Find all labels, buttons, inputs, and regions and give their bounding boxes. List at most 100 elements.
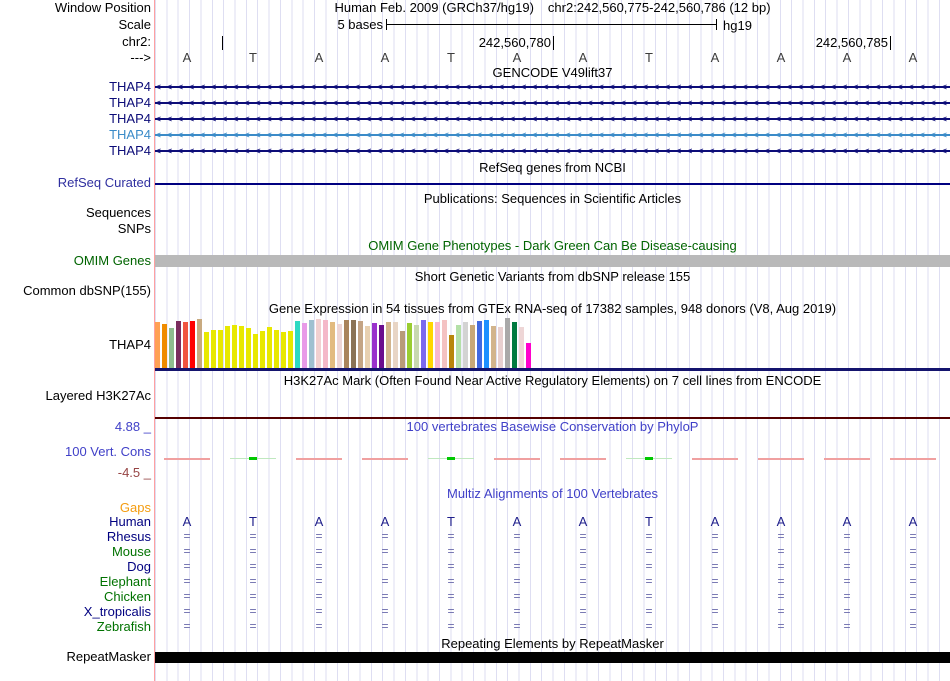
label-gtex-gene-thap4[interactable]: THAP4 <box>0 338 151 352</box>
label-species-rhesus[interactable]: Rhesus <box>0 530 151 544</box>
gtex-tissue-bar-20[interactable] <box>288 331 293 368</box>
multiz-human-base-9: A <box>710 514 720 529</box>
refseq-title: RefSeq genes from NCBI <box>479 160 626 175</box>
gtex-tissue-bar-11[interactable] <box>225 326 230 368</box>
gtex-tissue-bar-17[interactable] <box>267 327 272 368</box>
label-species-dog[interactable]: Dog <box>0 560 151 574</box>
gtex-tissue-bar-32[interactable] <box>372 323 377 368</box>
gtex-tissue-bar-46[interactable] <box>470 325 475 368</box>
gtex-tissue-bar-41[interactable] <box>435 322 440 368</box>
label-window-position: Window Position <box>54 0 151 15</box>
label-gene-thap4-2[interactable]: THAP4 <box>0 96 151 110</box>
gtex-tissue-bar-39[interactable] <box>421 320 426 368</box>
gene-transcript-4[interactable]: <<<<<<<<<<<<<<<<<<<<<<<<<<<<<<<<<<<<<<<<… <box>155 129 950 142</box>
multiz-eq-r5-b1: = <box>183 589 191 603</box>
label-species-mouse[interactable]: Mouse <box>0 545 151 559</box>
gtex-tissue-bar-49[interactable] <box>491 326 496 368</box>
gtex-tissue-bar-6[interactable] <box>190 321 195 368</box>
gtex-tissue-bar-35[interactable] <box>393 322 398 368</box>
multiz-eq-r4-b7: = <box>579 574 587 588</box>
gtex-tissue-bar-47[interactable] <box>477 321 482 368</box>
gtex-tissue-bar-2[interactable] <box>162 324 167 368</box>
omim-genes-bar[interactable] <box>155 255 950 267</box>
label-sequences[interactable]: Sequences <box>0 206 151 220</box>
label-common-dbsnp[interactable]: Common dbSNP(155) <box>0 284 151 298</box>
multiz-eq-r5-b11: = <box>843 589 851 603</box>
gtex-tissue-bar-37[interactable] <box>407 323 412 368</box>
label-snps[interactable]: SNPs <box>0 222 151 236</box>
multiz-eq-r1-b8: = <box>645 529 653 543</box>
gtex-tissue-bar-21[interactable] <box>295 321 300 368</box>
label-gene-thap4-4[interactable]: THAP4 <box>0 128 151 142</box>
gtex-tissue-bar-25[interactable] <box>323 320 328 368</box>
gene-transcript-3[interactable]: <<<<<<<<<<<<<<<<<<<<<<<<<<<<<<<<<<<<<<<<… <box>155 113 950 126</box>
gene-transcript-1[interactable]: <<<<<<<<<<<<<<<<<<<<<<<<<<<<<<<<<<<<<<<<… <box>155 81 950 94</box>
gtex-tissue-bar-40[interactable] <box>428 322 433 368</box>
gtex-tissue-bar-28[interactable] <box>344 320 349 368</box>
label-species-zebrafish[interactable]: Zebrafish <box>0 620 151 634</box>
gtex-tissue-bar-16[interactable] <box>260 331 265 368</box>
gtex-tissue-bar-42[interactable] <box>442 320 447 368</box>
label-layered-h3k27ac[interactable]: Layered H3K27Ac <box>0 389 151 403</box>
gtex-tissue-bar-4[interactable] <box>176 321 181 368</box>
label-species-human[interactable]: Human <box>0 515 151 529</box>
gtex-tissue-bar-50[interactable] <box>498 327 503 368</box>
gtex-tissue-bar-48[interactable] <box>484 320 489 368</box>
gtex-tissue-bar-22[interactable] <box>302 323 307 368</box>
label-species-gaps[interactable]: Gaps <box>0 501 151 515</box>
gtex-tissue-bar-51[interactable] <box>505 318 510 368</box>
gtex-tissue-bar-54[interactable] <box>526 343 531 368</box>
label-gene-thap4-3[interactable]: THAP4 <box>0 112 151 126</box>
gtex-tissue-bar-13[interactable] <box>239 326 244 368</box>
label-repeatmasker[interactable]: RepeatMasker <box>0 650 151 664</box>
label-species-elephant[interactable]: Elephant <box>0 575 151 589</box>
gtex-tissue-bar-15[interactable] <box>253 334 258 368</box>
gtex-tissue-bar-31[interactable] <box>365 326 370 368</box>
phylop-mark-10 <box>758 458 804 460</box>
label-gene-thap4-5[interactable]: THAP4 <box>0 144 151 158</box>
gtex-tissue-bar-23[interactable] <box>309 320 314 368</box>
label-refseq-curated[interactable]: RefSeq Curated <box>0 176 151 190</box>
gene-transcript-5[interactable]: <<<<<<<<<<<<<<<<<<<<<<<<<<<<<<<<<<<<<<<<… <box>155 145 950 158</box>
gtex-tissue-bar-29[interactable] <box>351 320 356 368</box>
gtex-tissue-bar-1[interactable] <box>155 322 160 368</box>
label-omim-genes[interactable]: OMIM Genes <box>0 254 151 268</box>
gtex-tissue-bar-43[interactable] <box>449 335 454 368</box>
refseq-curated-line[interactable] <box>155 183 950 185</box>
label-species-chicken[interactable]: Chicken <box>0 590 151 604</box>
multiz-eq-r6-b12: = <box>909 604 917 618</box>
multiz-eq-r3-b3: = <box>315 559 323 573</box>
gtex-tissue-bar-10[interactable] <box>218 330 223 368</box>
label-vert-cons[interactable]: 100 Vert. Cons <box>0 445 151 459</box>
label-gene-thap4-1[interactable]: THAP4 <box>0 80 151 94</box>
gtex-tissue-bar-36[interactable] <box>400 331 405 368</box>
gtex-tissue-bar-7[interactable] <box>197 319 202 368</box>
gtex-tissue-bar-5[interactable] <box>183 322 188 368</box>
gtex-tissue-bar-14[interactable] <box>246 328 251 368</box>
gtex-tissue-bar-33[interactable] <box>379 325 384 368</box>
gtex-tissue-bar-34[interactable] <box>386 322 391 368</box>
scale-bases-label: 5 bases <box>337 17 383 32</box>
gtex-tissue-bar-44[interactable] <box>456 325 461 368</box>
gtex-tissue-bar-53[interactable] <box>519 327 524 368</box>
assembly-label: Human Feb. 2009 (GRCh37/hg19) <box>334 0 534 15</box>
gtex-tissue-bar-30[interactable] <box>358 321 363 368</box>
gtex-tissue-bar-12[interactable] <box>232 325 237 368</box>
gtex-tissue-bar-27[interactable] <box>337 324 342 368</box>
multiz-eq-r6-b7: = <box>579 604 587 618</box>
gtex-tissue-bar-24[interactable] <box>316 319 321 368</box>
gtex-tissue-bar-18[interactable] <box>274 330 279 368</box>
gtex-tissue-bar-45[interactable] <box>463 322 468 368</box>
repeatmasker-bar[interactable] <box>155 652 950 663</box>
gtex-tissue-bar-3[interactable] <box>169 328 174 368</box>
gtex-bar-chart[interactable] <box>155 318 533 368</box>
label-species-xtropicalis[interactable]: X_tropicalis <box>0 605 151 619</box>
phylop-mark-3 <box>296 458 342 460</box>
gtex-tissue-bar-8[interactable] <box>204 332 209 368</box>
gtex-tissue-bar-19[interactable] <box>281 332 286 368</box>
gene-transcript-2[interactable]: <<<<<<<<<<<<<<<<<<<<<<<<<<<<<<<<<<<<<<<<… <box>155 97 950 110</box>
gtex-tissue-bar-38[interactable] <box>414 325 419 368</box>
gtex-tissue-bar-9[interactable] <box>211 330 216 368</box>
gtex-tissue-bar-26[interactable] <box>330 322 335 368</box>
gtex-tissue-bar-52[interactable] <box>512 322 517 368</box>
